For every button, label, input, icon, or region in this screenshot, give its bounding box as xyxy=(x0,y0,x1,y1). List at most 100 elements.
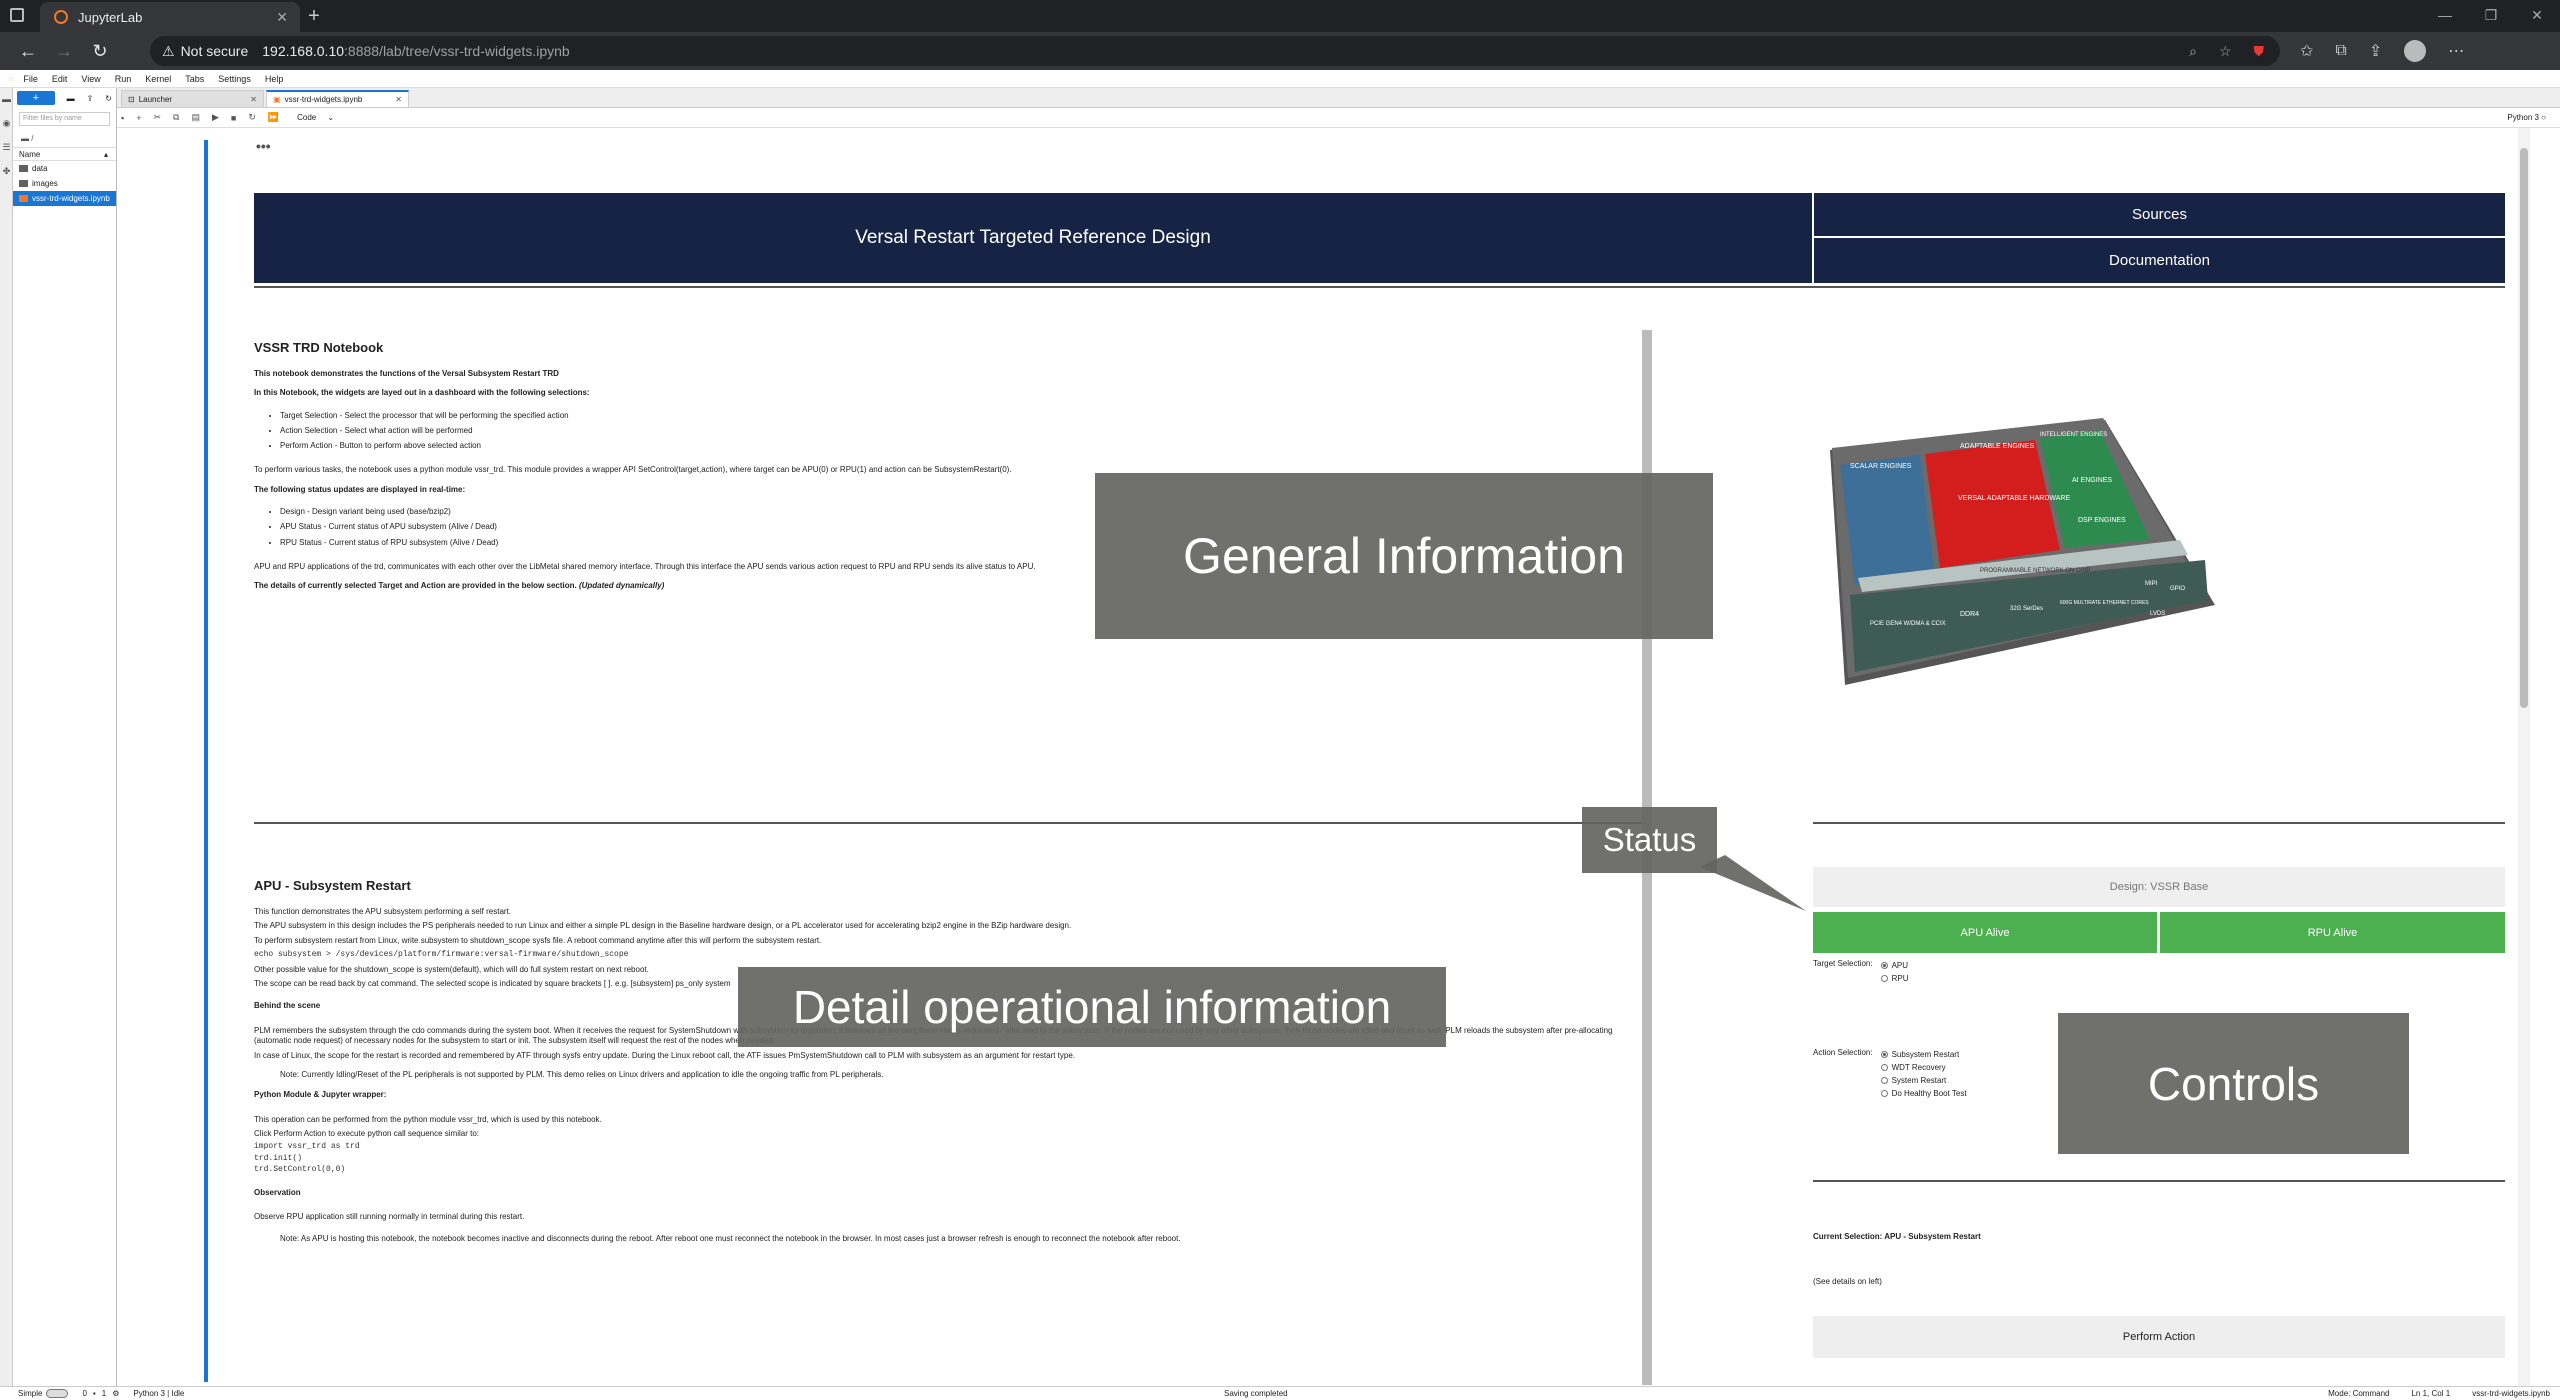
notebook-toolbar: ▪ + ✂ ⧉ ▤ ▶ ■ ↻ ⏩ Code ⌄ Python 3 ○ xyxy=(117,108,2560,128)
close-icon[interactable]: ✕ xyxy=(250,95,257,104)
cursor-position[interactable]: Ln 1, Col 1 xyxy=(2411,1389,2450,1398)
reload-icon[interactable]: ↻ xyxy=(82,41,118,62)
browser-tab[interactable]: JupyterLab ✕ xyxy=(40,2,300,32)
warning-icon: ⚠ xyxy=(162,42,175,59)
sources-link[interactable]: Sources xyxy=(1814,193,2505,236)
upload-icon[interactable]: ⇪ xyxy=(87,94,94,103)
address-bar[interactable]: ⚠ Not secure 192.168.0.10 :8888/lab/tree… xyxy=(150,36,2280,66)
file-list-header[interactable]: Name ▴ xyxy=(13,147,116,161)
menu-tabs[interactable]: Tabs xyxy=(185,74,204,84)
subheading: Python Module & Jupyter wrapper: xyxy=(254,1090,387,1100)
commands-icon[interactable]: ☰ xyxy=(0,142,13,160)
running-icon[interactable]: ◉ xyxy=(0,118,13,136)
radio-action-system-restart[interactable]: System Restart xyxy=(1880,1074,1967,1087)
file-item-data[interactable]: data xyxy=(13,161,116,176)
list-item: Target Selection - Select the processor … xyxy=(280,408,1394,423)
simple-mode-toggle[interactable] xyxy=(46,1389,69,1398)
tab-notebook[interactable]: ▣ vssr-trd-widgets.ipynb ✕ xyxy=(266,90,409,107)
selection-list: Target Selection - Select the processor … xyxy=(280,408,1394,454)
current-file: vssr-trd-widgets.ipynb xyxy=(2472,1389,2550,1398)
radio-action-subsystem-restart[interactable]: Subsystem Restart xyxy=(1880,1048,1967,1061)
collapsed-input-ellipsis[interactable]: ••• xyxy=(256,138,271,154)
fast-forward-icon[interactable]: ⏩ xyxy=(268,112,279,123)
simple-mode-label: Simple xyxy=(18,1389,43,1398)
menu-file[interactable]: File xyxy=(23,74,38,84)
jupyter-favicon-icon xyxy=(54,10,68,24)
kernel-indicator[interactable]: Python 3 ○ xyxy=(2507,113,2546,122)
jupyter-logo-icon: ◌ xyxy=(8,73,14,84)
save-status: Saving completed xyxy=(1224,1389,1288,1398)
file-item-notebook[interactable]: vssr-trd-widgets.ipynb xyxy=(13,191,116,206)
save-icon[interactable]: ▪ xyxy=(121,113,124,123)
forward-icon[interactable]: → xyxy=(46,41,82,62)
scrollbar-thumb[interactable] xyxy=(2520,148,2528,708)
paragraph: This operation can be performed from the… xyxy=(254,1114,602,1124)
list-item: Perform Action - Button to perform above… xyxy=(280,438,1394,453)
new-launcher-button[interactable]: + xyxy=(17,91,55,105)
radio-unchecked-icon xyxy=(1880,975,1888,982)
filter-input[interactable]: Filter files by name xyxy=(19,112,110,126)
note: Note: As APU is hosting this notebook, t… xyxy=(280,1234,1181,1244)
target-selection-label: Target Selection: xyxy=(1813,959,1873,968)
menu-help[interactable]: Help xyxy=(265,74,284,84)
folder-icon xyxy=(19,165,28,172)
close-icon[interactable]: ✕ xyxy=(395,95,402,104)
extension-shield-icon[interactable]: ⛊ xyxy=(2254,43,2265,60)
paragraph: In this Notebook, the widgets are layed … xyxy=(254,388,590,398)
code-line: echo subsystem > /sys/devices/platform/f… xyxy=(254,950,629,960)
action-selection-label: Action Selection: xyxy=(1813,1048,1873,1057)
chip-label-adaptable: ADAPTABLE ENGINES xyxy=(1960,443,2035,450)
restart-icon[interactable]: ↻ xyxy=(248,112,256,123)
restore-icon[interactable]: ❐ xyxy=(2468,0,2514,32)
radio-target-rpu[interactable]: RPU xyxy=(1880,972,1908,985)
cut-icon[interactable]: ✂ xyxy=(153,112,161,123)
collections-icon[interactable]: ⧉ xyxy=(2335,42,2346,60)
menu-settings[interactable]: Settings xyxy=(218,74,251,84)
extension-icon[interactable]: ✤ xyxy=(0,166,13,184)
file-item-images[interactable]: images xyxy=(13,176,116,191)
status-overlay: Status xyxy=(1582,807,1717,873)
menu-view[interactable]: View xyxy=(81,74,100,84)
back-icon[interactable]: ← xyxy=(10,41,46,62)
folder-icon[interactable]: ▬ xyxy=(0,94,13,112)
chip-label-intelligent: INTELLIGENT ENGINES xyxy=(2040,432,2107,438)
paragraph: Click Perform Action to execute python c… xyxy=(254,1129,479,1139)
cell-type-select[interactable]: Code ⌄ xyxy=(297,113,334,122)
menu-kernel[interactable]: Kernel xyxy=(145,74,171,84)
browser-tab-title: JupyterLab xyxy=(78,9,143,25)
menu-run[interactable]: Run xyxy=(115,74,132,84)
favorites-icon[interactable]: ✩ xyxy=(2300,41,2313,61)
security-label: Not secure xyxy=(180,43,249,59)
tab-search-icon[interactable] xyxy=(10,8,24,22)
radio-target-apu[interactable]: APU xyxy=(1880,959,1909,972)
share-icon[interactable]: ⇪ xyxy=(2369,41,2382,61)
favorite-star-icon[interactable]: ☆ xyxy=(2219,43,2232,60)
close-window-icon[interactable]: ✕ xyxy=(2514,0,2560,32)
new-tab-button[interactable]: + xyxy=(300,4,328,30)
documentation-link[interactable]: Documentation xyxy=(1814,238,2505,283)
zoom-icon[interactable]: ⌕ xyxy=(2189,43,2197,60)
stop-icon[interactable]: ■ xyxy=(231,113,236,123)
notebook-scrollbar[interactable] xyxy=(2518,128,2530,1386)
radio-action-healthy-boot[interactable]: Do Healthy Boot Test xyxy=(1880,1087,1967,1100)
radio-action-wdt-recovery[interactable]: WDT Recovery xyxy=(1880,1061,1967,1074)
profile-avatar[interactable] xyxy=(2404,40,2427,62)
menu-edit[interactable]: Edit xyxy=(52,74,68,84)
add-cell-icon[interactable]: + xyxy=(136,113,141,123)
close-tab-icon[interactable]: ✕ xyxy=(276,9,288,26)
notebook-icon xyxy=(19,195,28,202)
breadcrumb[interactable]: ▬ / xyxy=(13,130,116,147)
more-icon[interactable]: ⋯ xyxy=(2448,41,2464,61)
minimize-icon[interactable]: — xyxy=(2422,0,2468,32)
kernel-status[interactable]: Python 3 | Idle xyxy=(133,1389,184,1398)
paste-icon[interactable]: ▤ xyxy=(191,112,200,123)
new-folder-icon[interactable]: ▬ xyxy=(67,94,75,103)
terminal-icon: ▪ xyxy=(92,1389,96,1398)
jupyter-menubar: ◌ File Edit View Run Kernel Tabs Setting… xyxy=(0,70,2560,88)
perform-action-button[interactable]: Perform Action xyxy=(1813,1316,2505,1358)
tab-launcher[interactable]: ⊡ Launcher ✕ xyxy=(121,90,264,107)
rpu-status-badge: RPU Alive xyxy=(2160,912,2505,953)
run-icon[interactable]: ▶ xyxy=(212,112,219,123)
copy-icon[interactable]: ⧉ xyxy=(173,112,179,123)
refresh-icon[interactable]: ↻ xyxy=(105,94,112,103)
